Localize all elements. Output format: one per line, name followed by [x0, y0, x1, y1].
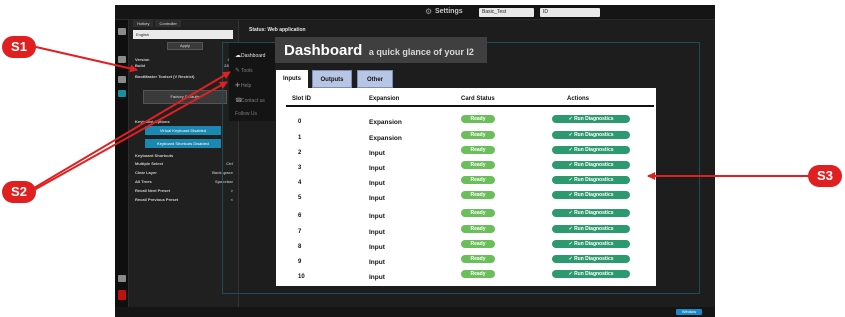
s2-arrow-b: [33, 81, 228, 191]
callout-s3: S3: [808, 165, 842, 187]
annotated-screenshot: ⚙ Settings Basic_Test ID Hotkey Controlle…: [0, 0, 845, 317]
s2-arrow-a: [33, 71, 231, 189]
callout-s2: S2: [2, 181, 36, 203]
s1-arrow: [35, 46, 138, 73]
callout-s1: S1: [2, 36, 36, 58]
callout-arrows: [33, 46, 808, 191]
